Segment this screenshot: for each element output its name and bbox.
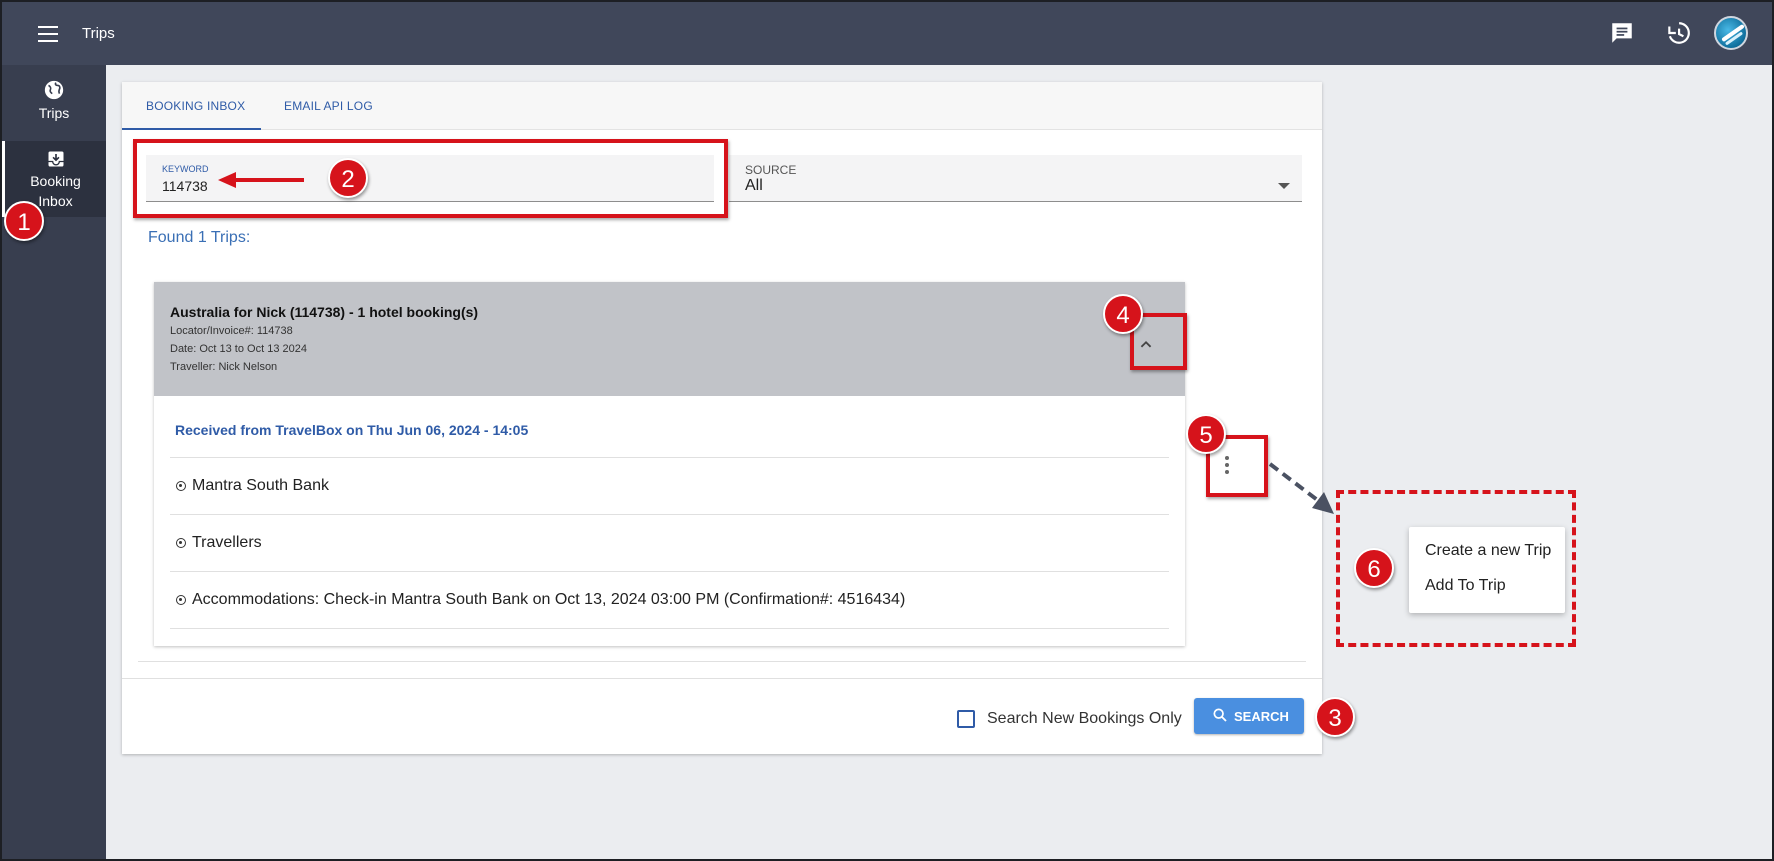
annotation-badge-2: 2 [328, 158, 368, 198]
divider [138, 661, 1306, 662]
annotation-badge-1: 1 [4, 201, 44, 241]
trip-date: Date: Oct 13 to Oct 13 2024 [170, 343, 307, 355]
trip-title: Australia for Nick (114738) - 1 hotel bo… [170, 304, 479, 320]
annotation-dashed-arrow-icon [1268, 462, 1334, 514]
tab-email-api-log[interactable]: EMAIL API LOG [284, 99, 373, 113]
tab-booking-inbox[interactable]: BOOKING INBOX [146, 99, 245, 113]
annotation-badge-3: 3 [1315, 697, 1355, 737]
new-bookings-only-checkbox[interactable] [957, 710, 975, 728]
list-item[interactable]: Travellers [170, 514, 1169, 571]
search-button[interactable]: SEARCH [1194, 698, 1304, 734]
radio-bullet-icon [176, 595, 186, 605]
sidebar-item-trips[interactable]: Trips [2, 79, 106, 141]
tab-bar: BOOKING INBOX EMAIL API LOG [122, 82, 1322, 130]
annotation-arrow-icon [218, 172, 304, 188]
sidebar-item-label: Booking [30, 173, 81, 189]
menu-icon[interactable] [38, 26, 58, 42]
globe-icon [44, 80, 64, 100]
inbox-download-icon [48, 151, 63, 167]
list-item-label: Travellers [192, 534, 262, 551]
app-frame: Trips Trips Booking Inbox BOOKING INBOX … [0, 0, 1774, 861]
active-tab-indicator [122, 128, 261, 130]
trip-locator: Locator/Invoice#: 114738 [170, 325, 293, 337]
list-item-label: Mantra South Bank [192, 477, 329, 494]
radio-bullet-icon [176, 538, 186, 548]
list-item[interactable]: Accommodations: Check-in Mantra South Ba… [170, 571, 1169, 628]
app-title: Trips [82, 25, 115, 42]
divider [170, 628, 1169, 629]
dropdown-caret-icon[interactable] [1278, 183, 1290, 189]
list-item-label: Accommodations: Check-in Mantra South Ba… [192, 591, 906, 608]
source-value: All [745, 177, 763, 194]
list-item[interactable]: Mantra South Bank [170, 457, 1169, 514]
trip-traveller: Traveller: Nick Nelson [170, 361, 278, 373]
annotation-badge-6: 6 [1354, 548, 1394, 588]
history-icon[interactable] [1665, 20, 1691, 46]
annotation-badge-5: 5 [1186, 414, 1226, 454]
search-button-label: SEARCH [1234, 709, 1289, 724]
trip-result-header[interactable]: Australia for Nick (114738) - 1 hotel bo… [154, 282, 1185, 396]
trip-result-card: Australia for Nick (114738) - 1 hotel bo… [154, 282, 1185, 646]
annotation-badge-4: 4 [1103, 294, 1143, 334]
source-select[interactable]: SOURCE All [729, 155, 1302, 202]
radio-bullet-icon [176, 481, 186, 491]
sidebar-item-label: Trips [38, 105, 70, 121]
top-bar: Trips [2, 2, 1772, 65]
chat-icon[interactable] [1609, 20, 1635, 46]
search-icon [1213, 708, 1227, 722]
received-from-text: Received from TravelBox on Thu Jun 06, 2… [175, 422, 529, 438]
checkbox-label: Search New Bookings Only [987, 710, 1182, 727]
results-count: Found 1 Trips: [148, 229, 251, 246]
sidebar: Trips Booking Inbox [2, 65, 106, 859]
source-label: SOURCE [745, 163, 797, 177]
divider [122, 678, 1322, 679]
avatar[interactable] [1714, 16, 1748, 50]
